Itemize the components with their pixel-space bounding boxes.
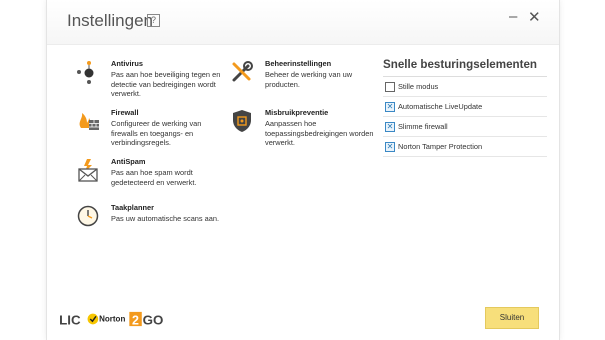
quick-control-label: Automatische LiveUpdate bbox=[398, 102, 483, 111]
setting-desc: Configureer de werking van firewalls en … bbox=[111, 119, 202, 148]
checkbox-liveupdate[interactable]: ✕ bbox=[385, 102, 395, 112]
setting-name: Beheerinstellingen bbox=[265, 59, 332, 68]
lic2go-norton-logo: LIC Norton 2 GO bbox=[59, 311, 163, 327]
close-window-button[interactable]: ✕ bbox=[528, 8, 541, 26]
setting-name: Firewall bbox=[111, 108, 139, 117]
checkbox-tamper-protection[interactable]: ✕ bbox=[385, 142, 395, 152]
checkbox-stille-modus[interactable] bbox=[385, 82, 395, 92]
help-button[interactable]: ? bbox=[147, 14, 160, 27]
setting-desc: Pas aan hoe spam wordt gedetecteerd en v… bbox=[111, 168, 197, 187]
checkbox-slimme-firewall[interactable]: ✕ bbox=[385, 122, 395, 132]
firewall-icon bbox=[79, 113, 99, 130]
settings-window: Instellingen ? – ✕ Antivirus Pas aan hoe… bbox=[46, 0, 560, 340]
quick-control-label: Norton Tamper Protection bbox=[398, 142, 483, 151]
quick-control-stille-modus[interactable]: Stille modus bbox=[383, 77, 547, 97]
quick-controls-title: Snelle besturingselementen bbox=[383, 58, 547, 77]
setting-desc: Aanpassen hoe toepassingsbedreigingen wo… bbox=[265, 119, 374, 148]
quick-control-tamper-protection[interactable]: ✕ Norton Tamper Protection bbox=[383, 137, 547, 157]
setting-desc: Pas uw automatische scans aan. bbox=[111, 214, 220, 223]
window-title: Instellingen bbox=[67, 11, 154, 30]
svg-text:2: 2 bbox=[132, 313, 139, 327]
window-header: Instellingen ? – ✕ bbox=[47, 0, 559, 45]
quick-controls-panel: Snelle besturingselementen Stille modus … bbox=[383, 58, 547, 157]
antispam-icon bbox=[78, 159, 98, 182]
setting-name: Misbruikpreventie bbox=[265, 108, 329, 117]
scheduler-icon bbox=[77, 205, 99, 227]
svg-text:Norton: Norton bbox=[99, 315, 125, 324]
wrench-tools-icon bbox=[232, 61, 253, 82]
setting-desc: Pas aan hoe beveiliging tegen en detecti… bbox=[111, 70, 221, 99]
setting-name: Taakplanner bbox=[111, 203, 154, 212]
svg-text:GO: GO bbox=[143, 312, 163, 327]
antivirus-icon bbox=[77, 61, 94, 84]
svg-text:LIC: LIC bbox=[59, 312, 81, 327]
setting-name: Antivirus bbox=[111, 59, 144, 68]
quick-control-slimme-firewall[interactable]: ✕ Slimme firewall bbox=[383, 117, 547, 137]
quick-control-label: Stille modus bbox=[398, 82, 439, 91]
sluiten-button[interactable]: Sluiten bbox=[485, 307, 539, 329]
minimize-button[interactable]: – bbox=[509, 8, 517, 25]
setting-name: AntiSpam bbox=[111, 157, 146, 166]
quick-control-liveupdate[interactable]: ✕ Automatische LiveUpdate bbox=[383, 97, 547, 117]
quick-control-label: Slimme firewall bbox=[398, 122, 448, 131]
setting-desc: Beheer de werking van uw producten. bbox=[265, 70, 353, 89]
shield-icon bbox=[233, 110, 251, 132]
